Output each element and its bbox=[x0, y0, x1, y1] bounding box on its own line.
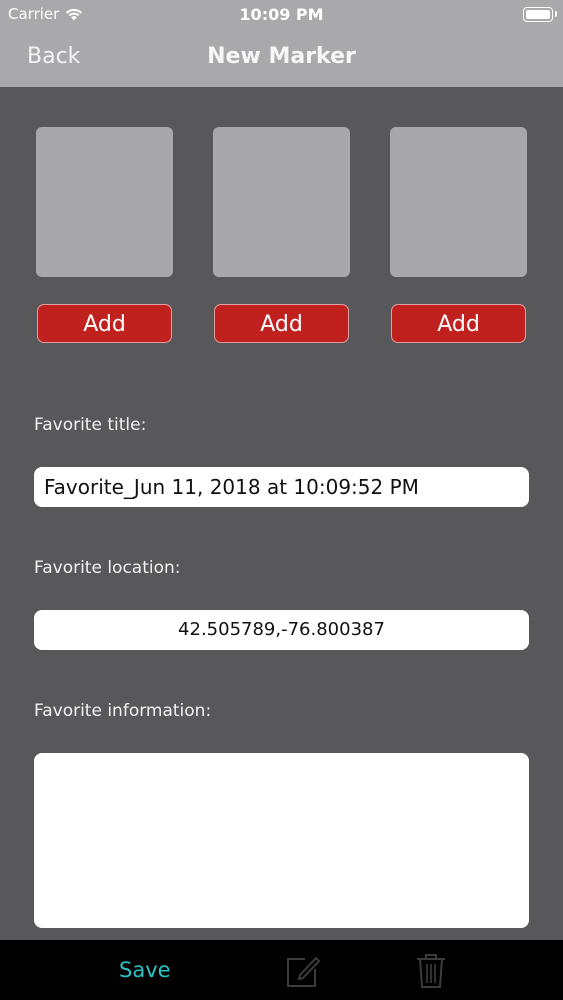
photo-slot-2[interactable] bbox=[213, 127, 350, 277]
status-bar: Carrier 10:09 PM bbox=[0, 0, 563, 30]
trash-icon[interactable] bbox=[415, 953, 447, 989]
photo-slot-3[interactable] bbox=[390, 127, 527, 277]
add-photo-button-1[interactable]: Add bbox=[37, 304, 172, 343]
page-title: New Marker bbox=[207, 44, 356, 69]
favorite-information-textarea[interactable] bbox=[34, 753, 529, 928]
add-photo-button-3[interactable]: Add bbox=[391, 304, 526, 343]
status-time: 10:09 PM bbox=[239, 5, 324, 24]
photo-slot-1[interactable] bbox=[36, 127, 173, 277]
favorite-title-label: Favorite title: bbox=[34, 415, 147, 435]
favorite-location-input[interactable]: 42.505789,-76.800387 bbox=[34, 610, 529, 650]
compose-icon[interactable] bbox=[285, 953, 321, 989]
add-photo-button-2[interactable]: Add bbox=[214, 304, 349, 343]
navigation-header: Carrier 10:09 PM Back New Marker bbox=[0, 0, 563, 87]
battery-icon bbox=[523, 7, 557, 22]
bottom-toolbar: Save bbox=[0, 940, 563, 1000]
favorite-title-input[interactable]: Favorite_Jun 11, 2018 at 10:09:52 PM bbox=[34, 467, 529, 507]
favorite-location-label: Favorite location: bbox=[34, 558, 181, 578]
save-button[interactable]: Save bbox=[119, 958, 171, 982]
favorite-information-label: Favorite information: bbox=[34, 701, 212, 721]
